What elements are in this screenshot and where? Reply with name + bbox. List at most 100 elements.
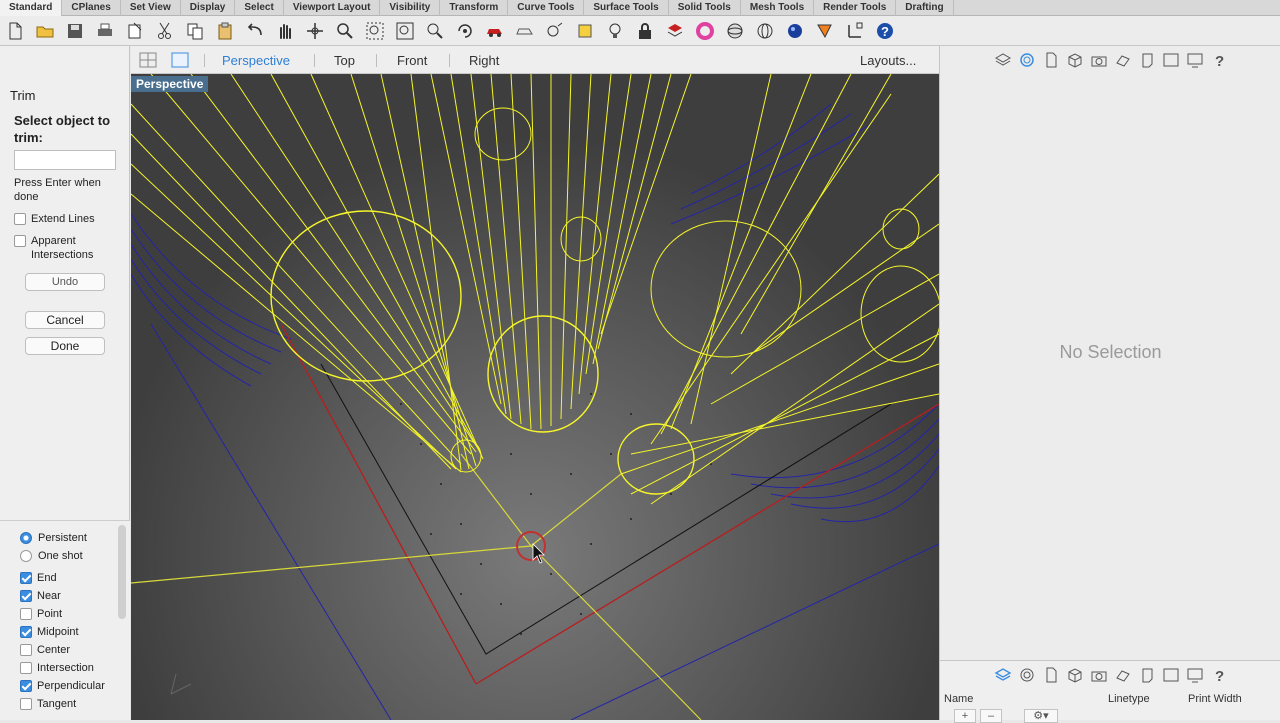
tangent-checkbox[interactable] xyxy=(20,698,32,710)
viewport-scene[interactable] xyxy=(131,74,939,720)
snap-icon[interactable] xyxy=(544,20,566,42)
cube-icon[interactable] xyxy=(1066,51,1084,69)
render-settings-icon[interactable] xyxy=(1114,666,1132,684)
near-checkbox[interactable] xyxy=(20,590,32,602)
osnap-mode-persistent[interactable]: Persistent xyxy=(20,531,87,544)
viewport-label[interactable]: Perspective xyxy=(131,76,209,92)
blank-panel-icon[interactable] xyxy=(1162,51,1180,69)
zoom-selected-icon[interactable] xyxy=(424,20,446,42)
layers-icon[interactable] xyxy=(994,51,1012,69)
viewport-tab-right[interactable]: Right xyxy=(469,53,499,68)
perspective-viewport[interactable]: Perspective xyxy=(131,74,939,720)
extend-lines-checkbox[interactable] xyxy=(14,213,26,225)
center-checkbox[interactable] xyxy=(20,644,32,656)
car-icon[interactable] xyxy=(484,20,506,42)
tab-set-view[interactable]: Set View xyxy=(121,0,181,16)
osnap-scrollbar[interactable] xyxy=(118,525,126,619)
copy-icon[interactable] xyxy=(184,20,206,42)
zoom-window-icon[interactable] xyxy=(364,20,386,42)
help-icon[interactable]: ? xyxy=(1210,51,1228,69)
tab-cplanes[interactable]: CPlanes xyxy=(62,0,121,16)
osnap-mode-one-shot[interactable]: One shot xyxy=(20,549,83,562)
notes-icon[interactable] xyxy=(1138,51,1156,69)
column-header-linetype[interactable]: Linetype xyxy=(1108,693,1150,705)
cube-icon[interactable] xyxy=(1066,666,1084,684)
osnap-end[interactable]: End xyxy=(20,571,57,584)
layer-icon[interactable] xyxy=(664,20,686,42)
bulb-icon[interactable] xyxy=(604,20,626,42)
clipboard-icon[interactable] xyxy=(214,20,236,42)
osnap-near[interactable]: Near xyxy=(20,589,61,602)
new-file-icon[interactable] xyxy=(4,20,26,42)
zoom-extents-icon[interactable] xyxy=(394,20,416,42)
gear-icon[interactable]: ⚙▾ xyxy=(1024,709,1058,723)
render-settings-icon[interactable] xyxy=(1114,51,1132,69)
tab-display[interactable]: Display xyxy=(181,0,236,16)
properties-icon[interactable] xyxy=(1018,51,1036,69)
wire-sphere-icon[interactable] xyxy=(754,20,776,42)
osnap-midpoint[interactable]: Midpoint xyxy=(20,625,79,638)
tab-standard[interactable]: Standard xyxy=(0,0,63,16)
one-shot-radio[interactable] xyxy=(20,550,32,562)
render-icon[interactable] xyxy=(814,20,836,42)
midpoint-checkbox[interactable] xyxy=(20,626,32,638)
document-icon[interactable] xyxy=(1042,51,1060,69)
tab-mesh-tools[interactable]: Mesh Tools xyxy=(741,0,815,16)
osnap-intersection[interactable]: Intersection xyxy=(20,661,94,674)
properties-icon[interactable] xyxy=(1018,666,1036,684)
help-icon[interactable]: ? xyxy=(1210,666,1228,684)
apparent-intersections-checkbox[interactable] xyxy=(14,235,26,247)
osnap-point[interactable]: Point xyxy=(20,607,62,620)
layouts-button[interactable]: Layouts... xyxy=(860,53,916,68)
tab-transform[interactable]: Transform xyxy=(440,0,509,16)
camera-icon[interactable] xyxy=(1090,51,1108,69)
undo-button[interactable]: Undo xyxy=(25,273,105,291)
extend-lines-option[interactable]: Extend Lines xyxy=(14,212,95,226)
tab-surface-tools[interactable]: Surface Tools xyxy=(584,0,669,16)
viewport-tab-perspective[interactable]: Perspective xyxy=(222,53,290,68)
tab-drafting[interactable]: Drafting xyxy=(896,0,954,16)
camera-icon[interactable] xyxy=(1090,666,1108,684)
zoom-icon[interactable] xyxy=(334,20,356,42)
print-icon[interactable] xyxy=(94,20,116,42)
tab-viewport-layout[interactable]: Viewport Layout xyxy=(284,0,381,16)
command-input[interactable] xyxy=(14,150,116,170)
viewport-tab-front[interactable]: Front xyxy=(397,53,427,68)
tab-curve-tools[interactable]: Curve Tools xyxy=(508,0,585,16)
single-view-layout-icon[interactable] xyxy=(171,52,189,68)
four-view-layout-icon[interactable] xyxy=(139,52,157,68)
add-layer-button[interactable]: + xyxy=(954,709,976,723)
dim-icon[interactable] xyxy=(574,20,596,42)
layers-icon[interactable] xyxy=(994,666,1012,684)
point-checkbox[interactable] xyxy=(20,608,32,620)
tab-select[interactable]: Select xyxy=(235,0,284,16)
osnap-center[interactable]: Center xyxy=(20,643,70,656)
tab-solid-tools[interactable]: Solid Tools xyxy=(669,0,741,16)
car-outline-icon[interactable] xyxy=(514,20,536,42)
osnap-tangent[interactable]: Tangent xyxy=(20,697,76,710)
column-header-name[interactable]: Name xyxy=(944,693,973,705)
color-wheel-icon[interactable] xyxy=(694,20,716,42)
viewport-tab-top[interactable]: Top xyxy=(334,53,355,68)
done-button[interactable]: Done xyxy=(25,337,105,355)
help-icon[interactable]: ? xyxy=(874,20,896,42)
pan-hand-icon[interactable] xyxy=(274,20,296,42)
remove-layer-button[interactable]: – xyxy=(980,709,1002,723)
display-icon[interactable] xyxy=(1186,51,1204,69)
save-icon[interactable] xyxy=(64,20,86,42)
move-icon[interactable] xyxy=(304,20,326,42)
gumball-icon[interactable] xyxy=(844,20,866,42)
document-icon[interactable] xyxy=(1042,666,1060,684)
undo-icon[interactable] xyxy=(244,20,266,42)
render-sphere-icon[interactable] xyxy=(784,20,806,42)
display-icon[interactable] xyxy=(1186,666,1204,684)
persistent-radio[interactable] xyxy=(20,532,32,544)
tab-visibility[interactable]: Visibility xyxy=(380,0,441,16)
column-header-print-width[interactable]: Print Width xyxy=(1188,693,1242,705)
notes-icon[interactable] xyxy=(1138,666,1156,684)
cut-icon[interactable] xyxy=(154,20,176,42)
intersection-checkbox[interactable] xyxy=(20,662,32,674)
sphere-icon[interactable] xyxy=(724,20,746,42)
perpendicular-checkbox[interactable] xyxy=(20,680,32,692)
paste-icon[interactable] xyxy=(124,20,146,42)
